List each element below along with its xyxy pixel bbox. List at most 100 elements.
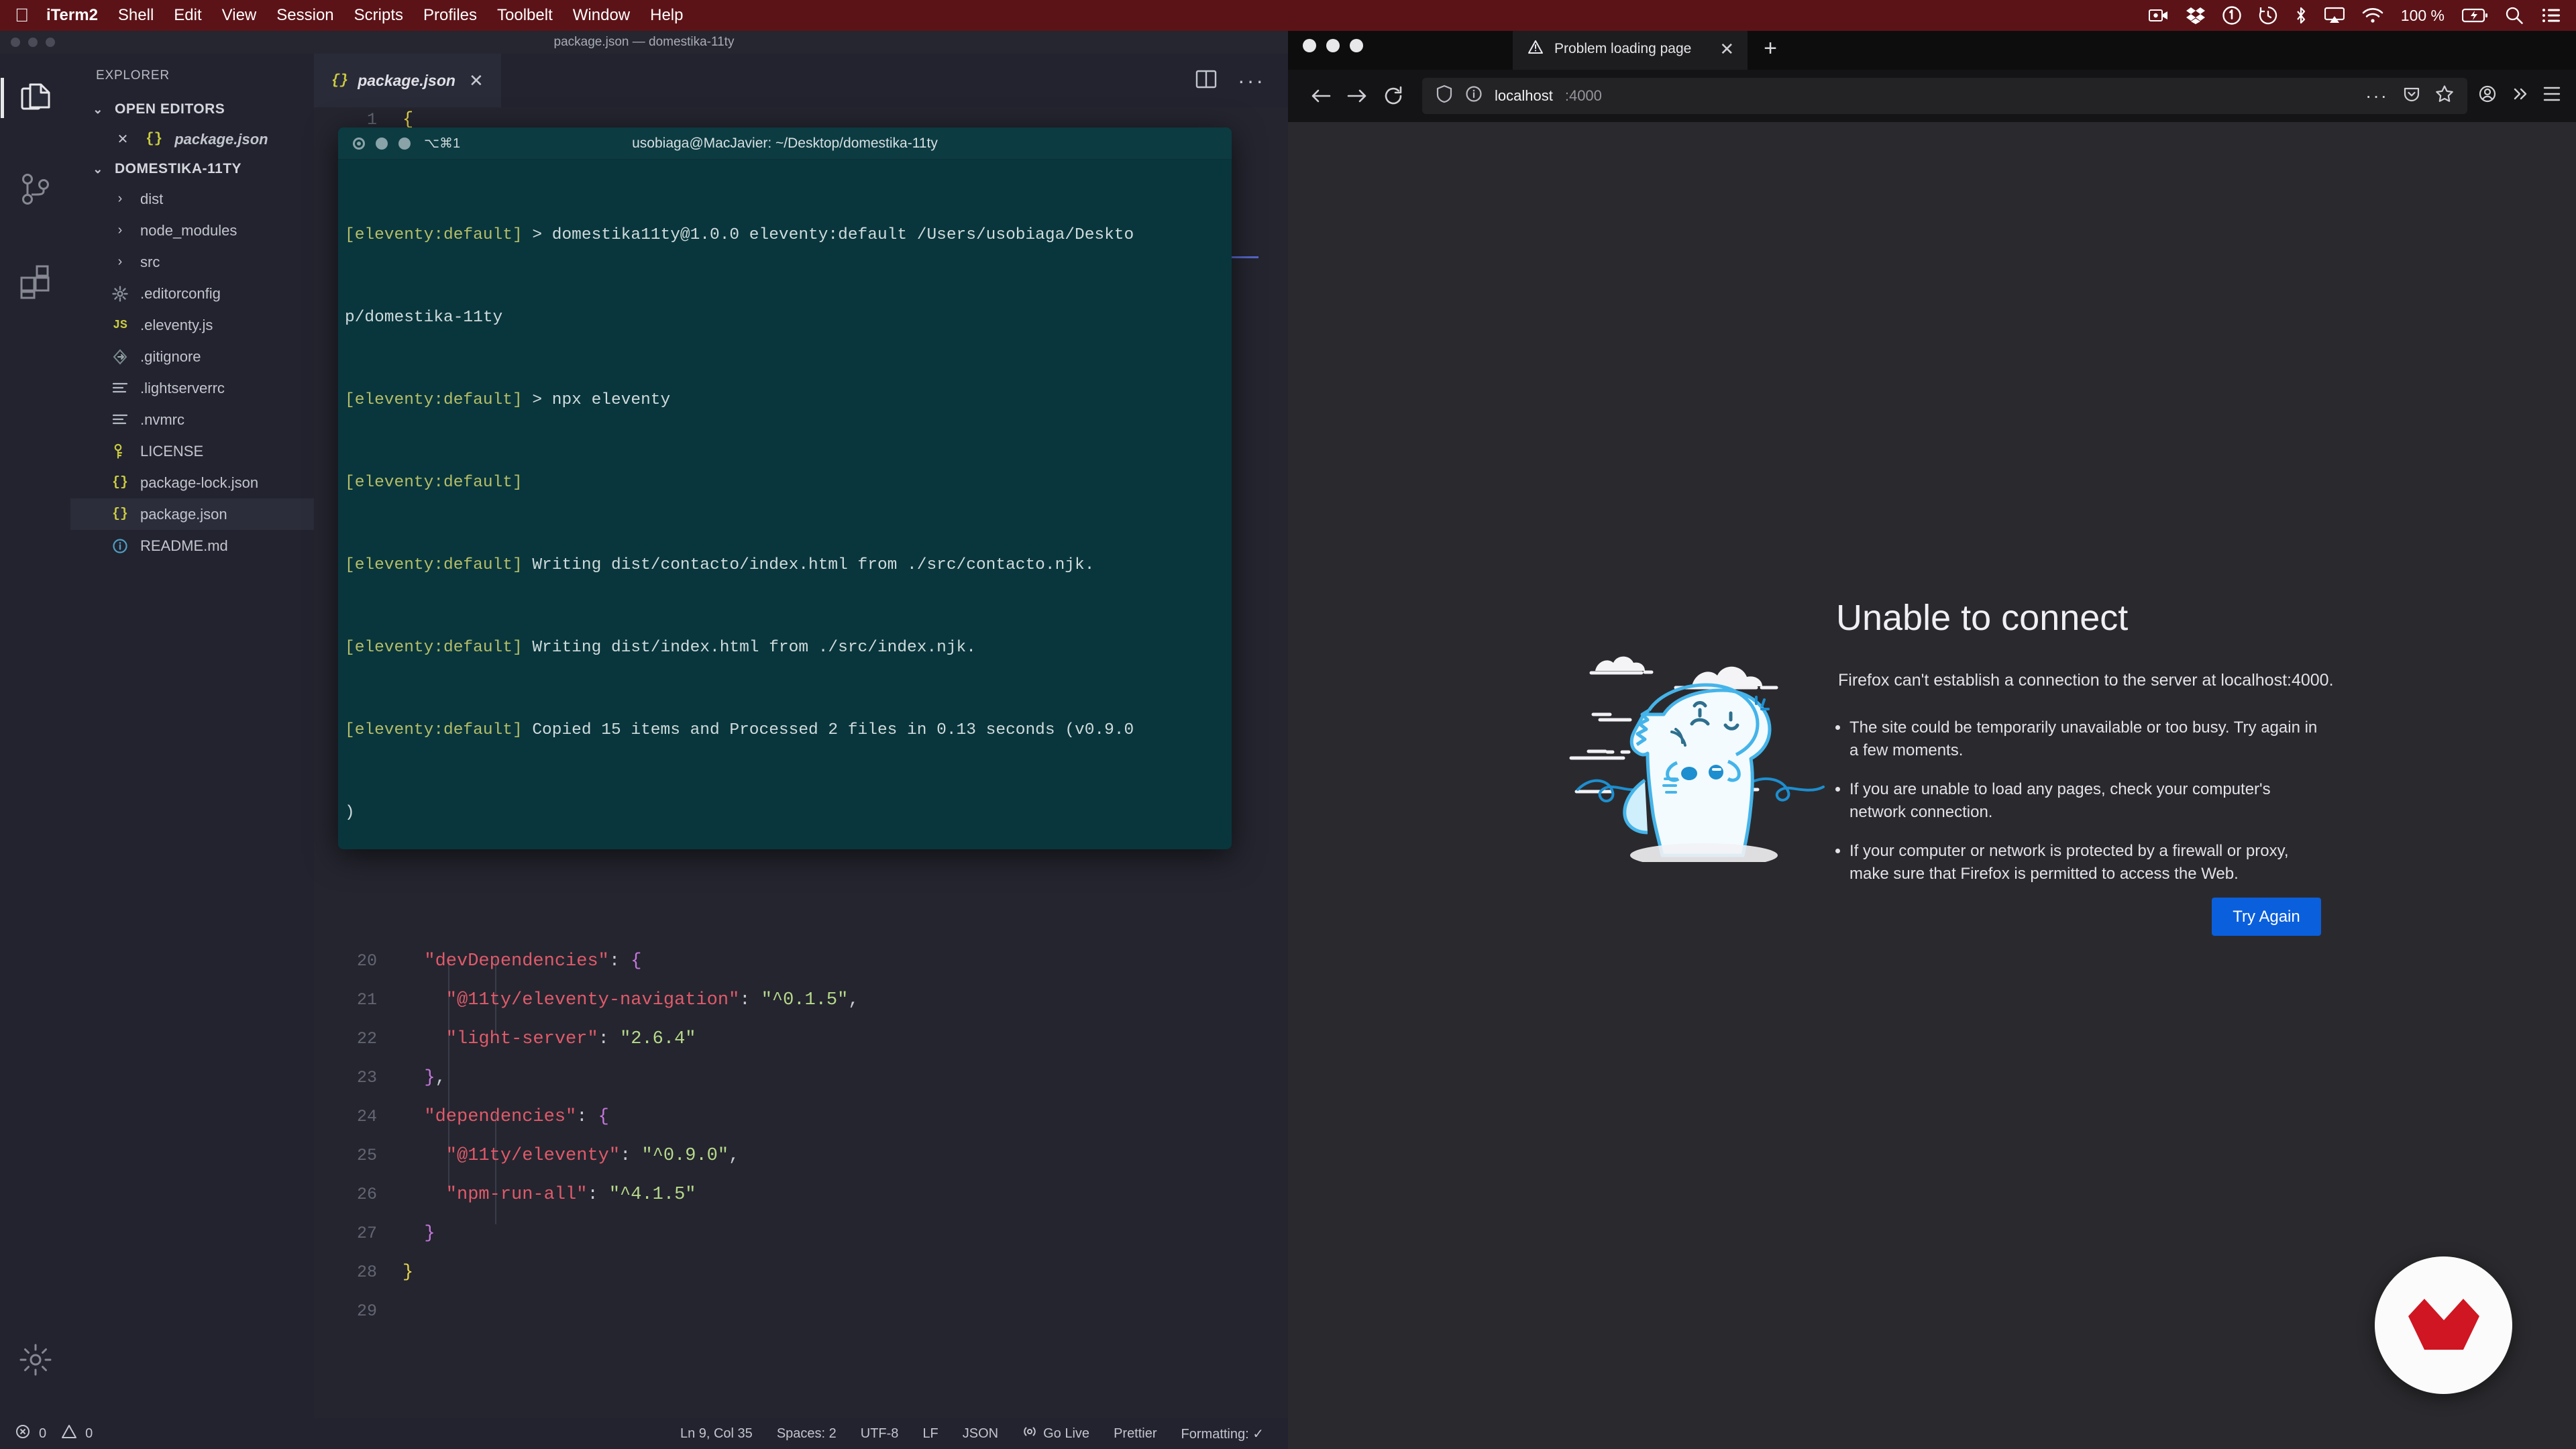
close-icon[interactable]: ✕: [469, 70, 484, 91]
code-line-25: 25 "@11ty/eleventy": "^0.9.0",: [314, 1146, 739, 1185]
status-go-live[interactable]: Go Live: [1022, 1424, 1089, 1443]
activitybar-explorer[interactable]: [0, 74, 60, 122]
wifi-icon[interactable]: [2362, 7, 2383, 23]
line-number: 20: [356, 951, 377, 971]
status-language-mode[interactable]: JSON: [963, 1426, 998, 1442]
firefox-window-controls[interactable]: [1303, 39, 1363, 52]
sidebar-section-open-editors[interactable]: ⌄ OPEN EDITORS: [70, 95, 314, 123]
forward-button[interactable]: [1339, 78, 1375, 114]
apple-icon[interactable]: : [15, 6, 29, 25]
menu-item-scripts[interactable]: Scripts: [354, 6, 403, 25]
sidebar-item-lightserverrc[interactable]: .lightserverrc: [70, 372, 314, 404]
terminal-line: [eleventy:default] > npx eleventy: [345, 386, 1226, 414]
try-again-button[interactable]: Try Again: [2212, 898, 2321, 936]
menu-item-profiles[interactable]: Profiles: [423, 6, 477, 25]
vscode-window-controls[interactable]: [11, 38, 55, 47]
time-machine-icon[interactable]: [2259, 6, 2277, 25]
info-circle-icon[interactable]: [1465, 85, 1483, 107]
onepassword-icon[interactable]: [2222, 6, 2241, 25]
back-button[interactable]: [1303, 78, 1339, 114]
file-label: src: [140, 253, 160, 270]
vscode-activitybar: [0, 54, 70, 1418]
go-live-label: Go Live: [1043, 1426, 1090, 1441]
dropbox-icon[interactable]: [2186, 7, 2205, 24]
sidebar-item-license[interactable]: LICENSE: [70, 435, 314, 467]
sidebar-item-nvmrc[interactable]: .nvmrc: [70, 404, 314, 435]
sidebar-item-readme-md[interactable]: README.md: [70, 530, 314, 561]
menu-item-session[interactable]: Session: [276, 6, 333, 25]
line-number: 1: [366, 110, 377, 129]
sidebar-item-node-modules[interactable]: › node_modules: [70, 215, 314, 246]
domestika-logo-icon[interactable]: [2375, 1256, 2512, 1394]
airplay-icon[interactable]: [2324, 7, 2345, 24]
menu-item-edit[interactable]: Edit: [174, 6, 201, 25]
status-indentation[interactable]: Spaces: 2: [777, 1426, 837, 1442]
open-editor-item-package-json[interactable]: ✕ {} package.json: [70, 123, 314, 155]
ellipsis-icon[interactable]: ···: [2365, 85, 2388, 107]
tab-package-json[interactable]: {} package.json ✕: [314, 54, 501, 107]
reload-button[interactable]: [1375, 78, 1411, 114]
terminal-line-tag: [eleventy:default]: [345, 391, 523, 409]
terminal-line-tag: [eleventy:default]: [345, 721, 523, 739]
activitybar-extensions[interactable]: [11, 259, 60, 307]
status-prettier[interactable]: Prettier: [1114, 1426, 1157, 1442]
menu-item-window[interactable]: Window: [573, 6, 630, 25]
status-formatting[interactable]: Formatting: ✓: [1181, 1426, 1264, 1442]
search-icon[interactable]: [2505, 6, 2524, 25]
line-number: 23: [356, 1068, 377, 1087]
sidebar-item-editorconfig[interactable]: .editorconfig: [70, 278, 314, 309]
file-label: package.json: [140, 505, 227, 523]
firefox-urlbar[interactable]: localhost:4000 ···: [1422, 78, 2467, 114]
more-actions-icon[interactable]: ···: [1238, 68, 1265, 93]
star-icon[interactable]: [2435, 85, 2454, 107]
terminal-line: ): [345, 799, 1226, 826]
chevron-double-right-icon[interactable]: [2510, 85, 2529, 108]
sidebar-item-eleventy-js[interactable]: JS .eleventy.js: [70, 309, 314, 341]
shield-icon[interactable]: [1436, 85, 1453, 107]
battery-charging-icon[interactable]: [2462, 8, 2487, 23]
firefox-tab[interactable]: Problem loading page ✕: [1513, 28, 1748, 70]
firefox-window: Problem loading page ✕ + localhost:4000…: [1288, 20, 2576, 1449]
iterm2-window[interactable]: ⌥⌘1 usobiaga@MacJavier: ~/Desktop/domest…: [338, 127, 1232, 849]
file-label: .gitignore: [140, 347, 201, 365]
terminal-line-text: > domestika11ty@1.0.0 eleventy:default /…: [522, 226, 1134, 244]
menu-item-shell[interactable]: Shell: [118, 6, 154, 25]
split-editor-icon[interactable]: [1195, 68, 1218, 94]
json-icon: {}: [146, 131, 163, 147]
status-cursor-position[interactable]: Ln 9, Col 35: [680, 1426, 753, 1442]
file-label: .nvmrc: [140, 411, 184, 428]
firefox-tabbar: Problem loading page ✕ +: [1288, 24, 2576, 70]
sidebar-item-package-json[interactable]: {} package.json: [70, 498, 314, 530]
menu-item-toolbelt[interactable]: Toolbelt: [497, 6, 553, 25]
file-label: .lightserverrc: [140, 379, 225, 396]
error-circle-icon[interactable]: [15, 1424, 31, 1444]
menu-item-view[interactable]: View: [222, 6, 257, 25]
file-label: README.md: [140, 537, 228, 554]
activitybar-source-control[interactable]: [11, 166, 60, 215]
sidebar-section-project[interactable]: ⌄ DOMESTIKA-11TY: [70, 155, 314, 183]
close-icon[interactable]: ✕: [1719, 39, 1734, 60]
status-eol[interactable]: LF: [922, 1426, 938, 1442]
config-lines-icon: [109, 413, 131, 427]
account-icon[interactable]: [2478, 85, 2497, 108]
sidebar-item-dist[interactable]: › dist: [70, 183, 314, 215]
warning-triangle-icon[interactable]: [61, 1424, 77, 1444]
menu-item-iterm2[interactable]: iTerm2: [46, 6, 98, 25]
sidebar-item-package-lock-json[interactable]: {} package-lock.json: [70, 467, 314, 498]
close-icon[interactable]: ✕: [112, 131, 133, 148]
code-line-27: 27 }: [314, 1224, 435, 1263]
control-center-icon[interactable]: [2541, 7, 2561, 23]
sidebar-item-src[interactable]: › src: [70, 246, 314, 278]
file-label: node_modules: [140, 221, 237, 239]
pocket-icon[interactable]: [2403, 85, 2420, 107]
sidebar-item-gitignore[interactable]: .gitignore: [70, 341, 314, 372]
hamburger-menu-icon[interactable]: [2542, 85, 2561, 107]
screen-record-icon[interactable]: [2148, 7, 2169, 23]
activitybar-settings[interactable]: [0, 1344, 70, 1379]
menu-item-help[interactable]: Help: [650, 6, 683, 25]
new-tab-button[interactable]: +: [1764, 36, 1777, 62]
terminal-output[interactable]: [eleventy:default] > domestika11ty@1.0.0…: [338, 160, 1232, 849]
terminal-window-controls[interactable]: [353, 137, 411, 150]
bluetooth-icon[interactable]: [2295, 6, 2307, 25]
status-encoding[interactable]: UTF-8: [861, 1426, 899, 1442]
